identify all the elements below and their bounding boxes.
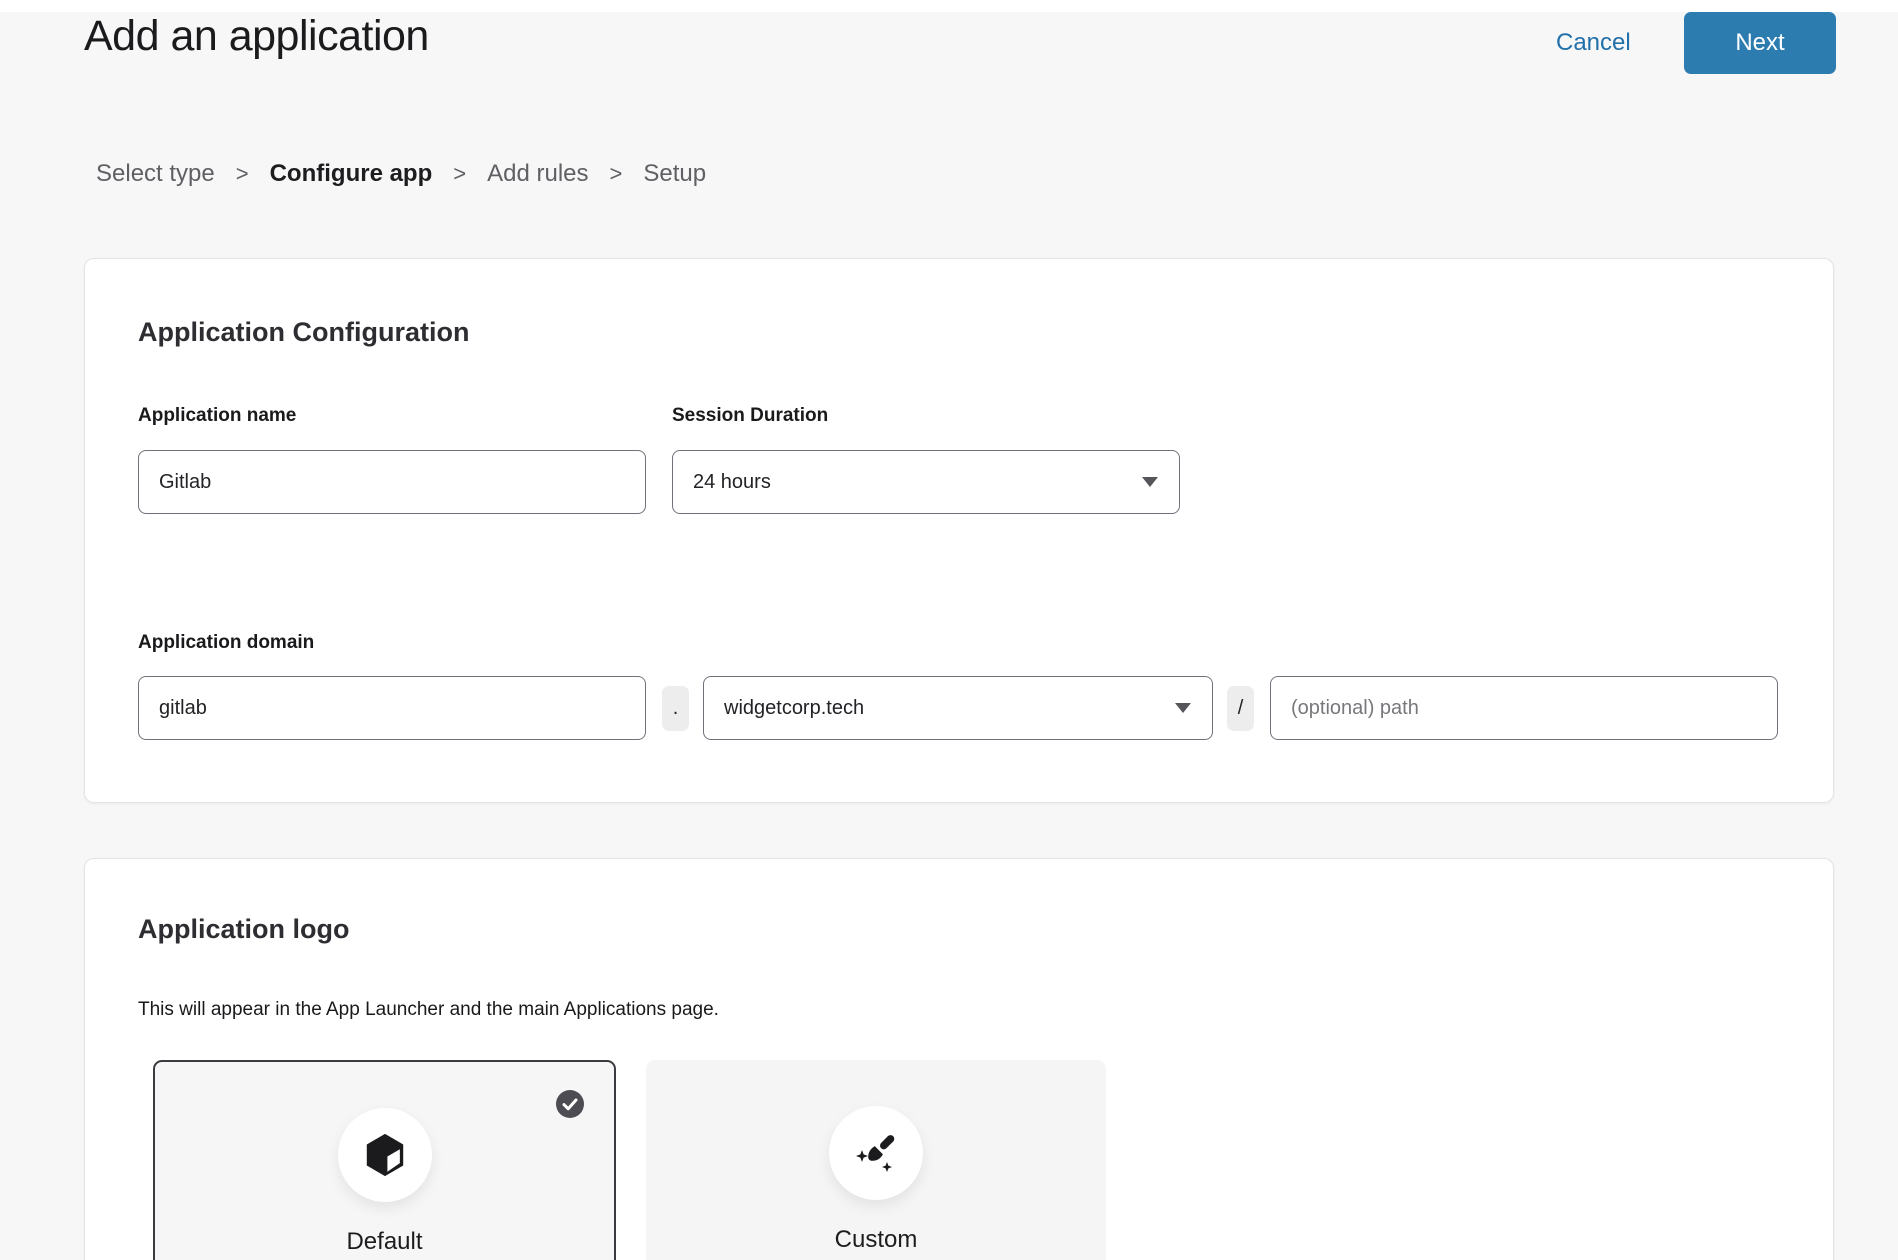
next-button[interactable]: Next [1684, 12, 1836, 74]
logo-option-custom-label: Custom [646, 1226, 1106, 1254]
logo-option-default[interactable]: Default [153, 1060, 616, 1260]
top-white-strip [0, 0, 1898, 12]
page-title: Add an application [84, 12, 429, 61]
breadcrumb-configure-app[interactable]: Configure app [270, 160, 433, 188]
breadcrumb-add-rules[interactable]: Add rules [487, 160, 588, 188]
session-duration-select[interactable]: 24 hours [672, 450, 1180, 514]
breadcrumb-separator-icon: > [610, 161, 623, 187]
selected-check-icon [556, 1090, 584, 1118]
configuration-heading: Application Configuration [138, 317, 469, 348]
dot-separator: . [662, 686, 689, 731]
application-name-input[interactable] [138, 450, 646, 514]
logo-option-default-label: Default [155, 1228, 614, 1256]
chevron-down-icon [1175, 703, 1191, 713]
application-configuration-card: Application Configuration Application na… [84, 258, 1834, 803]
breadcrumb: Select type > Configure app > Add rules … [96, 160, 706, 188]
session-duration-label: Session Duration [672, 405, 828, 427]
breadcrumb-setup[interactable]: Setup [643, 160, 706, 188]
breadcrumb-separator-icon: > [236, 161, 249, 187]
logo-heading: Application logo [138, 914, 349, 945]
application-domain-label: Application domain [138, 632, 314, 654]
domain-select-value: widgetcorp.tech [724, 697, 864, 720]
cube-icon [362, 1130, 408, 1180]
breadcrumb-separator-icon: > [453, 161, 466, 187]
paintbrush-icon [852, 1129, 900, 1177]
session-duration-value: 24 hours [693, 471, 771, 494]
breadcrumb-select-type[interactable]: Select type [96, 160, 215, 188]
chevron-down-icon [1142, 477, 1158, 487]
application-logo-card: Application logo This will appear in the… [84, 858, 1834, 1260]
logo-option-custom[interactable]: Custom [646, 1060, 1106, 1260]
path-input[interactable] [1270, 676, 1778, 740]
subdomain-input[interactable] [138, 676, 646, 740]
application-name-label: Application name [138, 405, 296, 427]
add-application-page: Add an application Cancel Next Select ty… [0, 0, 1898, 1260]
domain-select[interactable]: widgetcorp.tech [703, 676, 1213, 740]
logo-description: This will appear in the App Launcher and… [138, 999, 719, 1021]
slash-separator: / [1227, 686, 1254, 731]
cancel-button[interactable]: Cancel [1556, 29, 1631, 57]
